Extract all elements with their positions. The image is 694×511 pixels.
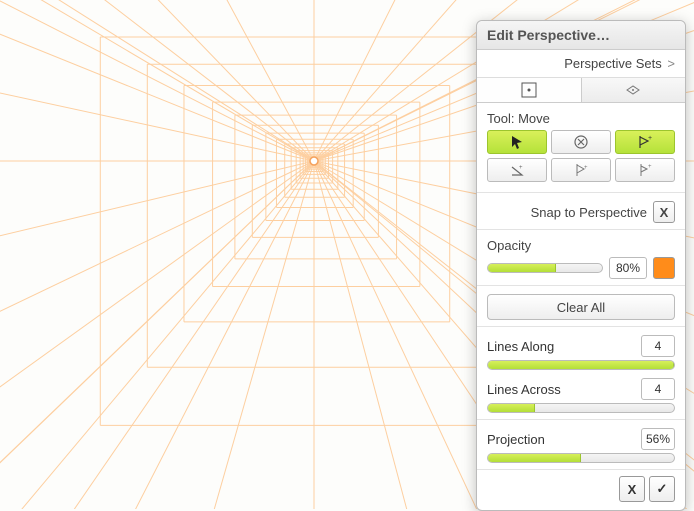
tab-multi-point[interactable] (582, 78, 686, 102)
opacity-slider[interactable] (487, 263, 603, 273)
lines-along-value[interactable]: 4 (641, 335, 675, 357)
lines-across-slider[interactable] (487, 403, 675, 413)
flag-b-icon: + (637, 162, 653, 178)
lines-across-value[interactable]: 4 (641, 378, 675, 400)
single-point-icon (521, 82, 537, 98)
tool-delete[interactable] (551, 130, 611, 154)
opacity-value[interactable]: 80% (609, 257, 647, 279)
svg-text:+: + (519, 165, 523, 171)
lines-along-label: Lines Along (487, 339, 554, 354)
opacity-label: Opacity (487, 238, 675, 253)
tool-flag-b[interactable]: + (615, 158, 675, 182)
tool-label: Tool: Move (487, 111, 675, 126)
flag-a-icon: + (573, 162, 589, 178)
svg-text:+: + (584, 165, 588, 171)
angle-icon: + (509, 162, 525, 178)
lines-across-label: Lines Across (487, 382, 561, 397)
tab-single-point[interactable] (477, 78, 582, 102)
edit-perspective-panel: Edit Perspective… Perspective Sets > Too… (476, 20, 686, 511)
snap-toggle[interactable]: X (653, 201, 675, 223)
tool-add-right[interactable]: + (615, 130, 675, 154)
svg-text:+: + (648, 164, 652, 170)
multi-point-icon (625, 82, 641, 98)
lines-along-slider[interactable] (487, 360, 675, 370)
cancel-button[interactable]: X (619, 476, 645, 502)
projection-value[interactable]: 56% (641, 428, 675, 450)
color-swatch[interactable] (653, 257, 675, 279)
tool-angle[interactable]: + (487, 158, 547, 182)
clear-all-button[interactable]: Clear All (487, 294, 675, 320)
projection-slider[interactable] (487, 453, 675, 463)
delete-icon (573, 134, 589, 150)
cursor-icon (509, 134, 525, 150)
tool-flag-a[interactable]: + (551, 158, 611, 182)
confirm-button[interactable]: ✓ (649, 476, 675, 502)
flag-plus-icon: + (637, 134, 653, 150)
perspective-sets-link[interactable]: Perspective Sets > (477, 50, 685, 78)
tool-move[interactable] (487, 130, 547, 154)
projection-label: Projection (487, 432, 545, 447)
svg-text:+: + (648, 135, 652, 142)
panel-title: Edit Perspective… (477, 21, 685, 50)
snap-label: Snap to Perspective (531, 205, 647, 220)
